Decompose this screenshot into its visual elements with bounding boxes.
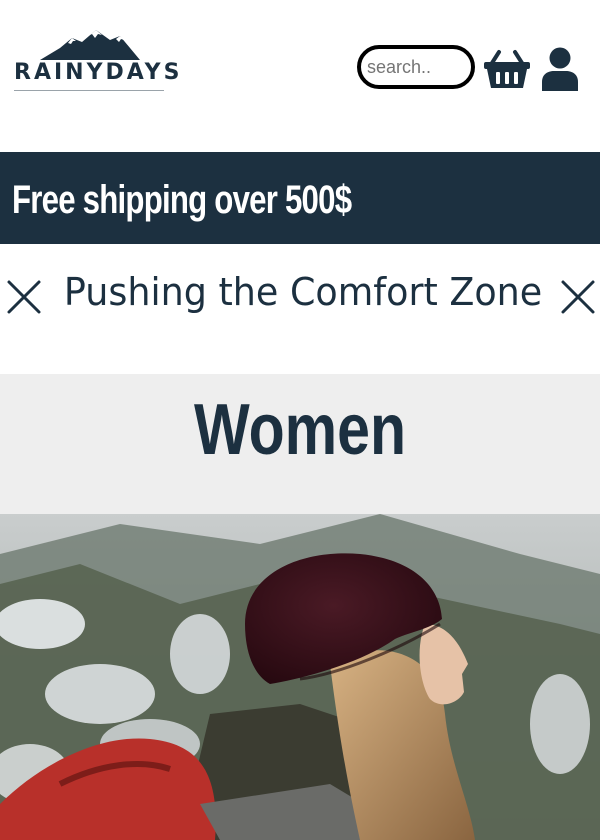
account-button[interactable] [541, 47, 579, 91]
basket-icon [484, 50, 530, 88]
tagline-bar: Pushing the Comfort Zone [0, 244, 600, 374]
page-title: Women [193, 390, 407, 470]
tagline-text: Pushing the Comfort Zone [63, 270, 543, 314]
logo[interactable]: RAINYDAYS [14, 30, 183, 96]
search-input[interactable] [357, 45, 475, 89]
hero-photo [0, 514, 600, 840]
hero-image [0, 514, 600, 840]
shipping-banner: Free shipping over 500$ [0, 152, 600, 244]
close-icon[interactable] [560, 279, 596, 315]
logo-divider [14, 90, 164, 91]
basket-button[interactable] [483, 48, 531, 90]
logo-text: RAINYDAYS [14, 60, 183, 85]
shipping-banner-text: Free shipping over 500$ [12, 178, 352, 222]
mountain-logo-icon [40, 30, 140, 60]
site-header: RAINYDAYS [0, 0, 600, 152]
close-icon[interactable] [6, 279, 42, 315]
category-header: Women [0, 374, 600, 514]
user-icon [542, 47, 578, 91]
